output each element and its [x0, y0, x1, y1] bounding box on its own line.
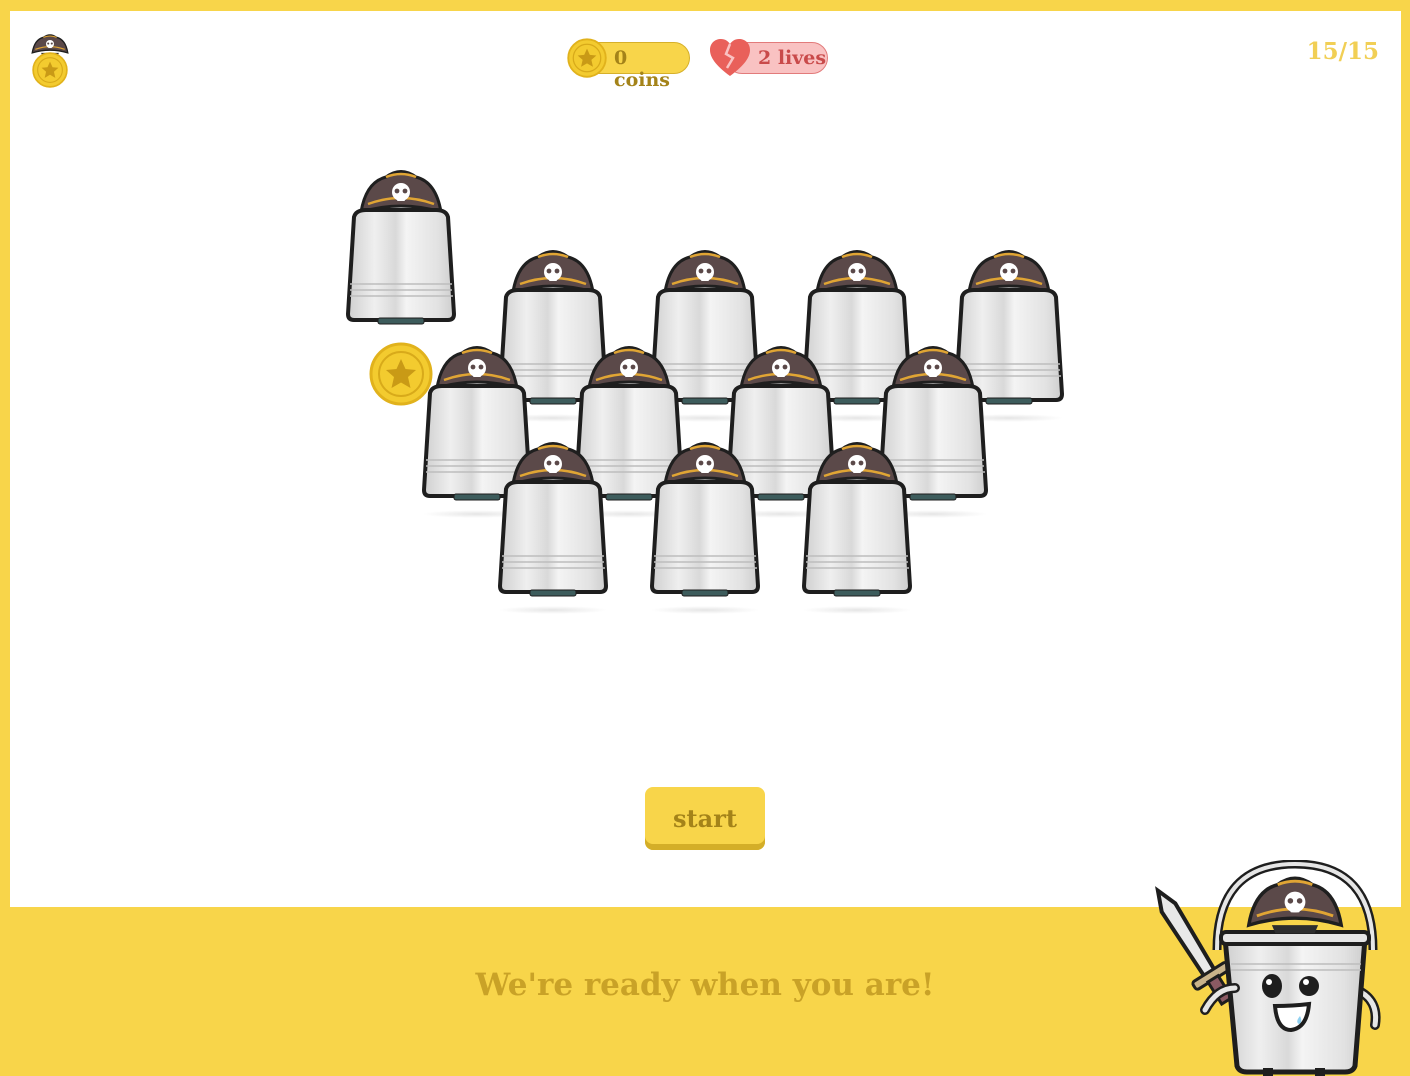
bucket-shadow [498, 606, 608, 614]
pirate-bucket-icon[interactable] [488, 434, 618, 604]
bucket-shadow [650, 606, 760, 614]
broken-heart-icon [710, 39, 750, 76]
pirate-coin-logo-icon[interactable] [28, 30, 72, 90]
pirate-bucket-icon[interactable] [640, 434, 770, 604]
bucket-shadow [802, 606, 912, 614]
round-counter: 15/15 [1306, 38, 1379, 65]
revealed-coin [369, 342, 433, 406]
start-button[interactable]: start [645, 787, 765, 850]
coins-label: 0 coins [614, 47, 670, 91]
star-coin-icon [567, 38, 607, 78]
lives-label: 2 lives [758, 47, 827, 69]
pirate-bucket-mascot-icon [1155, 860, 1381, 1076]
pirate-bucket-icon[interactable] [792, 434, 922, 604]
pirate-bucket-icon[interactable] [336, 162, 466, 332]
